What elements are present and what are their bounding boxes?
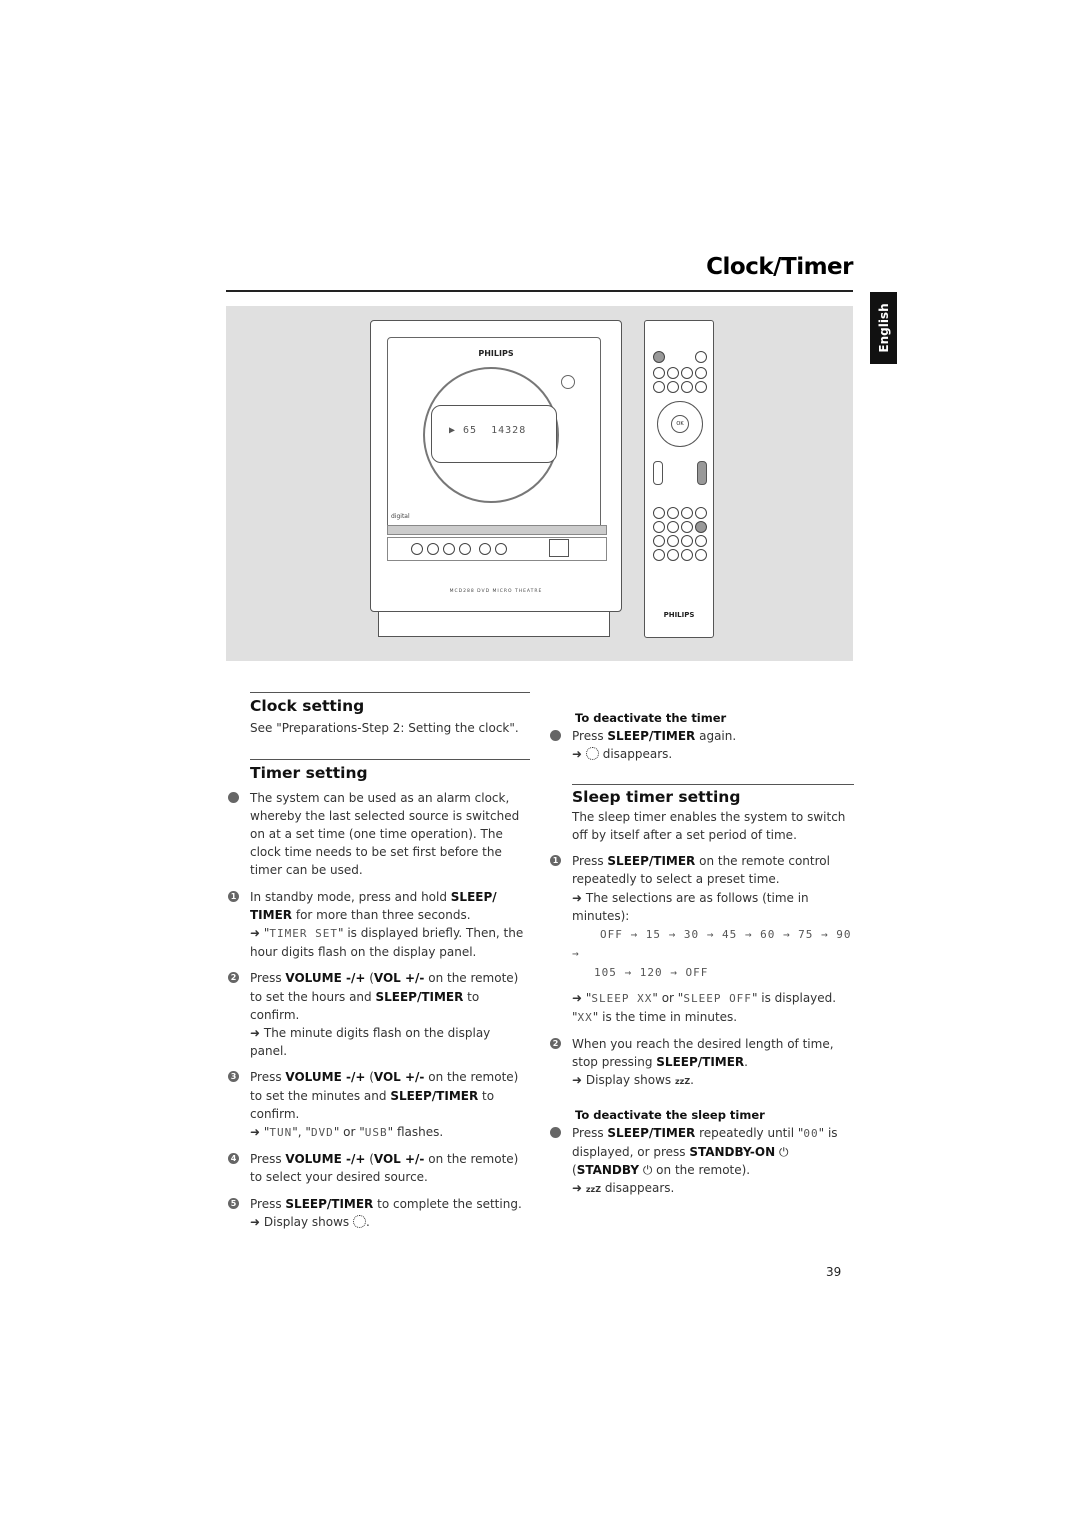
section-rule: [250, 759, 530, 761]
timer-step-1: 1 In standby mode, press and hold SLEEP/ …: [228, 888, 530, 962]
timer-step-3: 3 Press VOLUME -/+ (VOL +/- on the remote…: [228, 1068, 530, 1142]
step-number: 1: [550, 855, 561, 867]
sleep-sequence: OFF → 15 → 30 → 45 → 60 → 75 → 90 →: [572, 928, 852, 961]
deactivate-timer-heading: To deactivate the timer: [575, 711, 727, 725]
page-number: 39: [826, 1265, 842, 1279]
page-title: Clock/Timer: [706, 254, 853, 280]
brand-logo: PHILIPS: [478, 349, 514, 358]
section-rule: [572, 783, 854, 785]
main-unit: PHILIPS ▶ 65 14328 digital MCD288 DVD MI…: [370, 320, 622, 612]
intro-text: The system can be used as an alarm clock…: [250, 790, 520, 878]
display-readout: ▶ 65 14328: [449, 425, 527, 436]
control-strip: [387, 525, 607, 535]
sleep-zz-icon: zzZ: [585, 1185, 601, 1195]
timer-setting-heading: Timer setting: [250, 764, 368, 783]
digital-label: digital: [391, 513, 410, 520]
step-number: 2: [550, 1038, 561, 1050]
right-column: To deactivate the timer Press SLEEP/TIME…: [550, 709, 854, 1200]
step-number: 3: [228, 1071, 239, 1083]
bullet-icon: [228, 791, 239, 803]
step-number: 1: [228, 890, 239, 902]
sleep-step-1: 1 Press SLEEP/TIMER on the remote control…: [550, 852, 854, 1027]
bullet-icon: [550, 730, 561, 742]
step-number: 5: [228, 1197, 239, 1209]
sleep-sequence: 105 → 120 → OFF: [594, 966, 709, 980]
timer-clock-icon: [585, 747, 599, 761]
sleep-zz-icon: zzZ: [675, 1077, 691, 1087]
timer-step-5: 5 Press SLEEP/TIMER to complete the setti…: [228, 1195, 530, 1231]
language-label: English: [876, 303, 891, 353]
title-rule: [226, 290, 853, 292]
deactivate-sleep-item: Press SLEEP/TIMER repeatedly until "00" …: [550, 1124, 854, 1200]
deactivate-sleep-heading: To deactivate the sleep timer: [575, 1107, 765, 1122]
deactivate-timer-item: Press SLEEP/TIMER again. ➜ disappears.: [550, 727, 854, 763]
timer-intro: The system can be used as an alarm clock…: [228, 789, 530, 880]
remote-control: OK PHILIPS: [644, 320, 714, 638]
remote-brand-logo: PHILIPS: [663, 611, 695, 619]
left-column: Clock setting See "Preparations-Step 2: …: [228, 692, 530, 1231]
timer-step-4: 4 Press VOLUME -/+ (VOL +/- on the remote…: [228, 1150, 530, 1186]
sleep-timer-heading: Sleep timer setting: [572, 787, 741, 806]
bullet-icon: [550, 1126, 561, 1138]
product-illustration: PHILIPS ▶ 65 14328 digital MCD288 DVD MI…: [226, 306, 853, 661]
sleep-intro: The sleep timer enables the system to sw…: [572, 809, 846, 843]
sleep-step-2: 2 When you reach the desired length of ti…: [550, 1035, 854, 1092]
section-rule: [250, 692, 530, 693]
clock-setting-text: See "Preparations-Step 2: Setting the cl…: [250, 721, 519, 736]
step-number: 4: [228, 1153, 239, 1165]
language-tab: English: [870, 292, 897, 364]
step-number: 2: [228, 972, 239, 984]
timer-step-2: 2 Press VOLUME -/+ (VOL +/- on the remote…: [228, 969, 530, 1060]
sensor: [561, 375, 575, 389]
clock-setting-heading: Clock setting: [250, 697, 365, 715]
model-label: MCD288 DVD MICRO THEATRE: [449, 589, 543, 594]
timer-clock-icon: [353, 1214, 366, 1228]
